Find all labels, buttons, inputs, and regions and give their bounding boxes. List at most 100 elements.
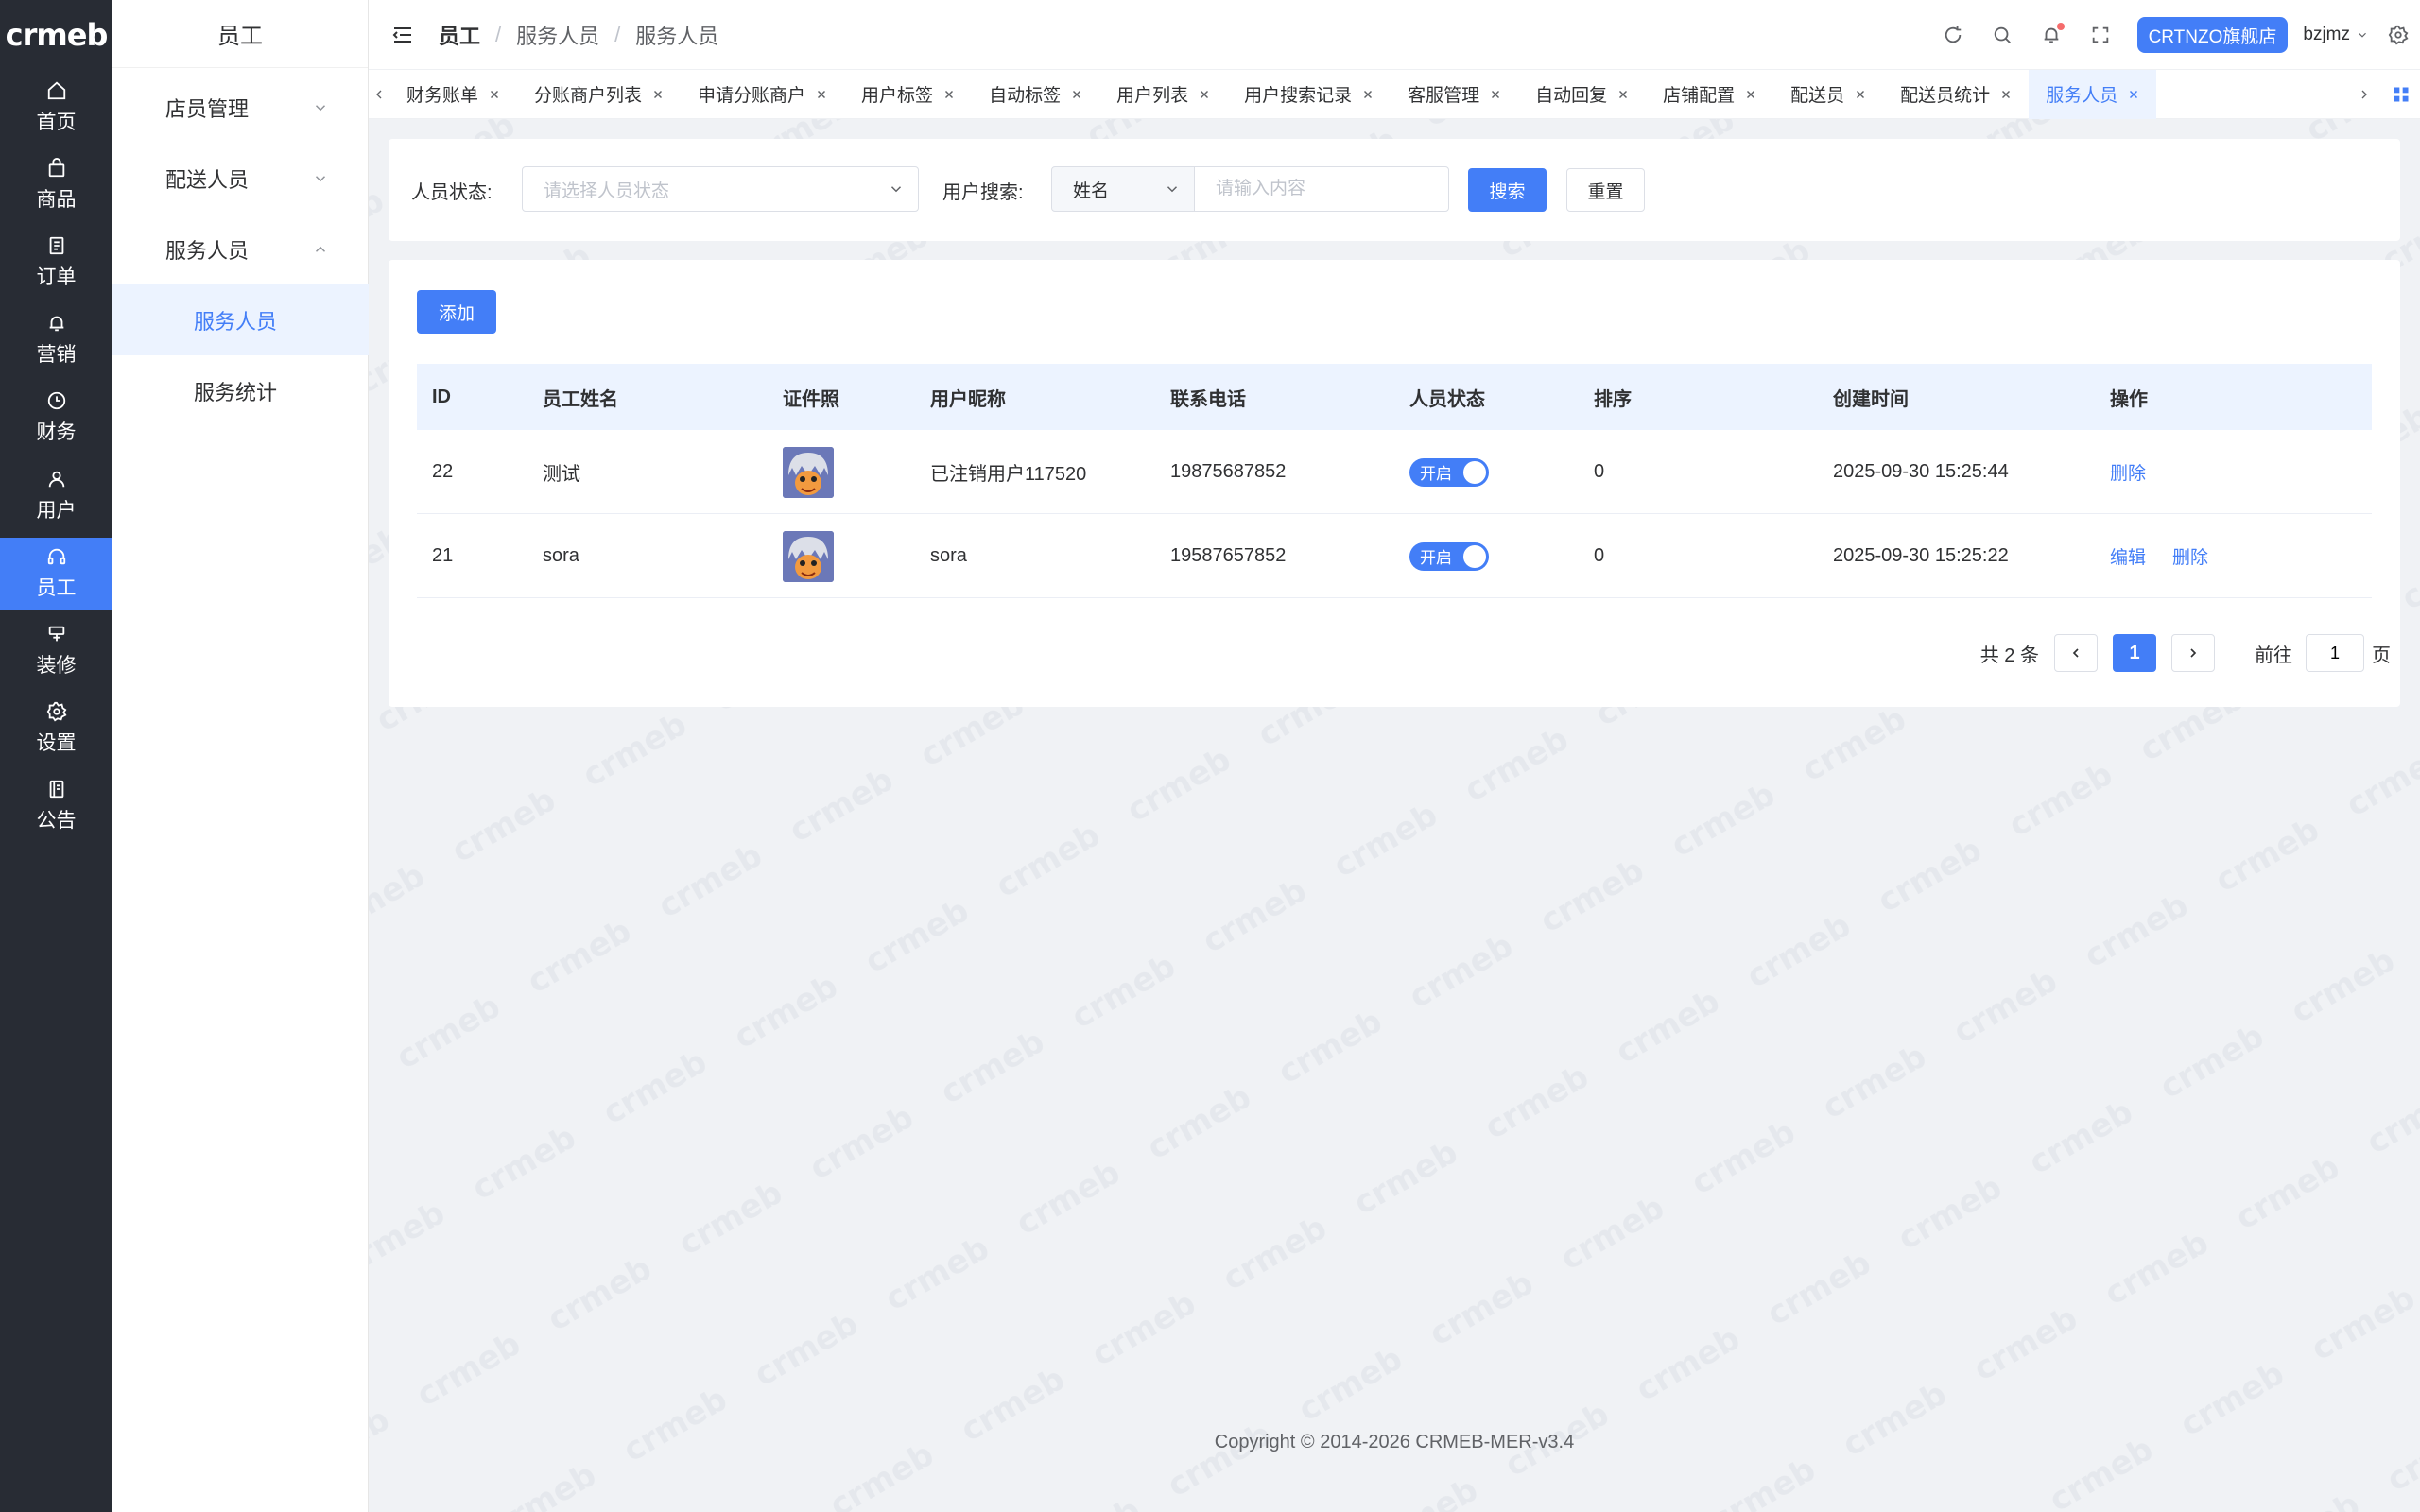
close-icon[interactable] <box>1070 88 1083 101</box>
rail-label: 员工 <box>36 577 77 599</box>
close-icon[interactable] <box>1854 88 1867 101</box>
tab-label: 配送员统计 <box>1900 86 1991 106</box>
rail-label: 公告 <box>36 810 77 832</box>
status-toggle[interactable]: 开启 <box>1409 457 1489 487</box>
tab-item[interactable]: 财务账单 <box>389 70 517 119</box>
subnav-group-clerks[interactable]: 店员管理 <box>112 72 369 143</box>
tab-item[interactable]: 服务人员 <box>2029 69 2157 119</box>
tab-item[interactable]: 配送员统计 <box>1883 70 2029 119</box>
next-page-button[interactable] <box>2171 634 2215 672</box>
rail-item-staff[interactable]: 员工 <box>0 538 112 610</box>
breadcrumb: 员工 / 服务人员 / 服务人员 <box>439 20 718 50</box>
user-icon <box>48 471 64 488</box>
header-tools: CRTNZO旗舰店 bzjmz <box>1914 0 2420 70</box>
chevron-down-icon <box>2359 32 2366 38</box>
tab-label: 分账商户列表 <box>534 86 643 106</box>
subnav-group-service[interactable]: 服务人员 <box>112 214 369 284</box>
status-toggle[interactable]: 开启 <box>1409 541 1489 571</box>
goto-label: 前往 <box>2255 644 2292 666</box>
copyright-footer: Copyright © 2014-2026 CRMEB-MER-v3.4 <box>1214 1432 1575 1452</box>
close-icon[interactable] <box>488 88 501 101</box>
close-icon[interactable] <box>2127 88 2140 101</box>
avatar[interactable] <box>783 530 834 582</box>
delete-link[interactable]: 删除 <box>2110 459 2146 485</box>
headset-icon <box>47 548 65 565</box>
status-select[interactable]: 请选择人员状态 <box>522 166 919 212</box>
tab-item[interactable]: 自动标签 <box>972 70 1099 119</box>
rail-item-goods[interactable]: 商品 <box>0 149 112 221</box>
close-icon[interactable] <box>1616 88 1630 101</box>
reset-button[interactable]: 重置 <box>1566 168 1645 212</box>
subnav-group-label: 配送人员 <box>165 167 250 192</box>
settings-icon[interactable] <box>2388 25 2409 45</box>
notification-button[interactable] <box>2041 23 2065 45</box>
tab-label: 服务人员 <box>2046 86 2118 106</box>
add-staff-button[interactable]: 添加 <box>417 290 496 334</box>
tab-item[interactable]: 客服管理 <box>1391 70 1518 119</box>
rail-item-orders[interactable]: 订单 <box>0 227 112 299</box>
tab-item[interactable]: 用户标签 <box>844 70 972 119</box>
tabs-scroll-left[interactable] <box>369 70 389 119</box>
tab-item[interactable]: 分账商户列表 <box>517 70 681 119</box>
cell-status: 开启 <box>1409 514 1489 598</box>
edit-link[interactable]: 编辑 <box>2110 543 2146 569</box>
tabs-scroll-right[interactable] <box>2354 70 2375 119</box>
delete-link[interactable]: 删除 <box>2172 543 2208 569</box>
tab-item[interactable]: 自动回复 <box>1518 70 1646 119</box>
order-icon <box>49 236 63 255</box>
chevron-down-icon <box>1167 186 1178 193</box>
rail-item-users[interactable]: 用户 <box>0 460 112 532</box>
tab-item[interactable]: 用户列表 <box>1099 70 1227 119</box>
close-icon[interactable] <box>815 88 828 101</box>
subnav-group-delivery[interactable]: 配送人员 <box>112 143 369 214</box>
subnav-item-service-staff[interactable]: 服务人员 <box>112 284 369 355</box>
rail-item-finance[interactable]: 财务 <box>0 382 112 454</box>
tab-item[interactable]: 用户搜索记录 <box>1227 70 1391 119</box>
status-select-placeholder: 请选择人员状态 <box>544 180 670 201</box>
search-type-select[interactable]: 姓名 <box>1051 166 1195 212</box>
tab-bar: 财务账单 分账商户列表 申请分账商户 用户标签 自动标签 用户列表 用户搜索记录 客服管理 自动… <box>369 69 2420 119</box>
close-icon[interactable] <box>942 88 956 101</box>
fullscreen-icon[interactable] <box>2090 25 2111 45</box>
close-icon[interactable] <box>1999 88 2013 101</box>
close-icon[interactable] <box>1361 88 1374 101</box>
cell-id: 21 <box>432 545 454 566</box>
subnav-item-service-stats[interactable]: 服务统计 <box>112 355 369 426</box>
main-nav-rail: crmeb 首页 商品 订单 营销 财务 用户 员工 装修 设置 公告 <box>0 0 112 1512</box>
close-icon[interactable] <box>1198 88 1211 101</box>
tab-label: 用户标签 <box>861 86 934 106</box>
total-count: 共 2 条 <box>1979 644 2039 666</box>
tab-label: 客服管理 <box>1408 86 1480 106</box>
breadcrumb-item[interactable]: 员工 <box>439 20 480 50</box>
avatar[interactable] <box>783 446 834 498</box>
tab-item[interactable]: 配送员 <box>1773 70 1883 119</box>
rail-item-settings[interactable]: 设置 <box>0 693 112 765</box>
close-icon[interactable] <box>651 88 665 101</box>
rail-label: 用户 <box>36 500 77 522</box>
breadcrumb-item[interactable]: 服务人员 <box>516 20 599 50</box>
toggle-knob <box>1463 544 1486 568</box>
tab-label: 申请分账商户 <box>698 86 806 106</box>
column-header: 用户昵称 <box>930 388 1006 410</box>
refresh-icon[interactable] <box>1943 25 1963 45</box>
store-switch-button[interactable]: CRTNZO旗舰店 <box>2136 17 2289 53</box>
tab-item[interactable]: 店铺配置 <box>1646 70 1773 119</box>
menu-fold-icon[interactable] <box>391 24 414 46</box>
tab-item[interactable]: 申请分账商户 <box>681 70 844 119</box>
cell-photo <box>783 514 834 598</box>
rail-item-notice[interactable]: 公告 <box>0 770 112 842</box>
search-button[interactable]: 搜索 <box>1468 168 1547 212</box>
prev-page-button[interactable] <box>2054 634 2098 672</box>
user-menu[interactable]: bzjmz <box>2303 25 2369 45</box>
page-number[interactable]: 1 <box>2113 634 2156 672</box>
tab-menu-grid-icon[interactable] <box>2392 85 2411 104</box>
search-icon[interactable] <box>1992 25 2013 45</box>
close-icon[interactable] <box>1744 88 1757 101</box>
goto-page-input[interactable] <box>2306 634 2364 672</box>
rail-item-home[interactable]: 首页 <box>0 72 112 144</box>
rail-item-marketing[interactable]: 营销 <box>0 304 112 376</box>
column-header: 操作 <box>2110 388 2148 410</box>
rail-item-decoration[interactable]: 装修 <box>0 615 112 687</box>
search-input[interactable] <box>1194 166 1449 212</box>
close-icon[interactable] <box>1489 88 1502 101</box>
